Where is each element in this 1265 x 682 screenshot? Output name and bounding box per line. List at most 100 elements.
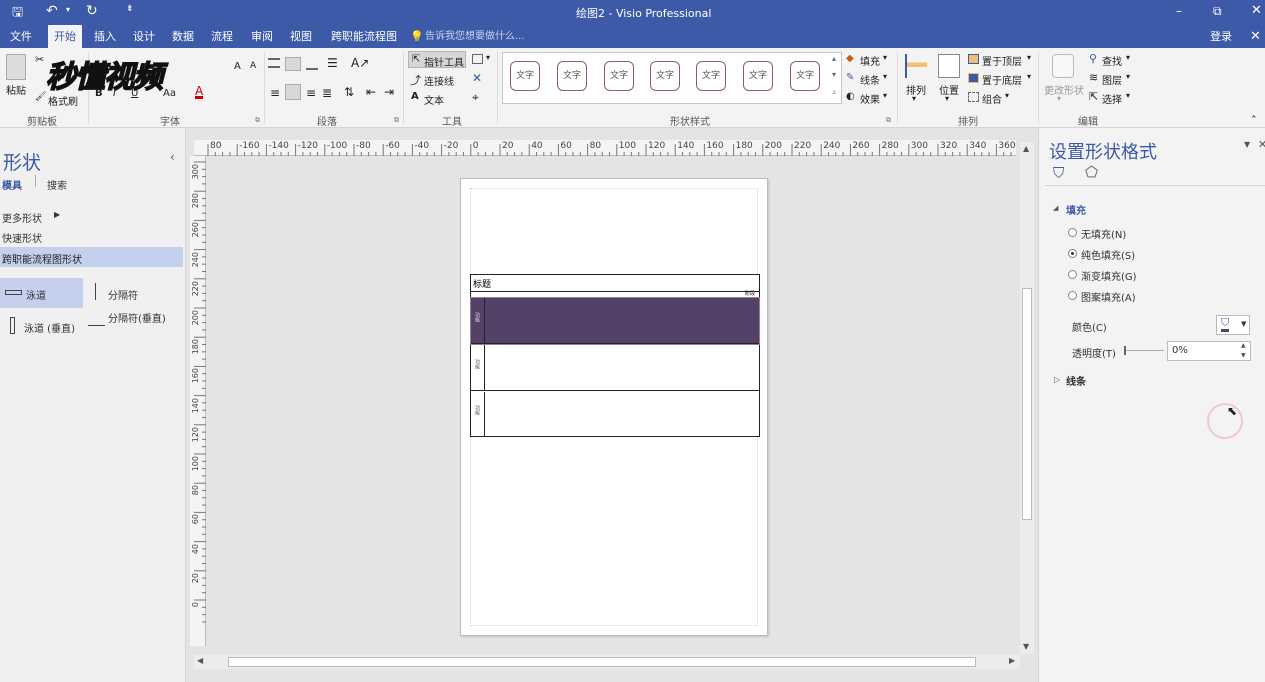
bullets-icon[interactable]: ☰ xyxy=(327,56,338,70)
swimlane-2[interactable]: 功能 xyxy=(471,345,759,391)
close-ribbon-icon[interactable]: ✕ xyxy=(1244,25,1265,48)
swimlane-container[interactable]: 标题 阶段 功能 功能 功能 xyxy=(470,274,760,437)
fill-dropdown-icon[interactable]: ▾ xyxy=(883,53,887,62)
find-button[interactable]: 查找 xyxy=(1102,53,1122,68)
horizontal-scroll-thumb[interactable] xyxy=(228,657,976,667)
connection-point-icon[interactable]: ⌖ xyxy=(472,90,479,105)
radio-solid-fill[interactable] xyxy=(1068,249,1077,258)
option-solid-fill[interactable]: 纯色填充(S) xyxy=(1081,247,1135,262)
text-tool[interactable]: 文本 xyxy=(424,92,444,107)
shape-style-3[interactable]: 文字 xyxy=(600,56,638,96)
send-back-button[interactable]: 置于底层 xyxy=(982,72,1022,87)
text-tool-icon[interactable]: A xyxy=(411,91,419,102)
shape-separator-vertical[interactable]: 分隔符(垂直) xyxy=(86,311,182,341)
effects-icon[interactable]: ◐ xyxy=(846,91,855,102)
customize-qat-icon[interactable]: ⇟ xyxy=(126,4,134,14)
paste-button[interactable]: 粘贴 xyxy=(6,82,26,97)
radio-no-fill[interactable] xyxy=(1068,228,1077,237)
group-icon[interactable] xyxy=(968,92,979,102)
connector-icon[interactable]: ⤴ xyxy=(410,72,421,88)
pane-options-dropdown-icon[interactable]: ▼ xyxy=(1244,140,1250,149)
cut-icon[interactable]: ✂ xyxy=(35,53,44,66)
text-direction-vertical-icon[interactable]: ⇅ xyxy=(344,85,354,99)
bring-front-button[interactable]: 置于顶层 xyxy=(982,53,1022,68)
shape-separator[interactable]: 分隔符 xyxy=(88,278,178,308)
swimlane-title[interactable]: 标题 xyxy=(473,277,491,290)
shape-swimlane[interactable]: 泳道 xyxy=(0,278,83,308)
fill-section-header[interactable]: 填充 xyxy=(1066,202,1086,217)
line-icon[interactable]: ✎ xyxy=(846,72,854,83)
align-bottom-icon[interactable] xyxy=(306,62,318,70)
drawing-page[interactable]: 标题 阶段 功能 功能 功能 xyxy=(460,178,768,636)
line-section-expand-icon[interactable]: ▷ xyxy=(1054,375,1060,384)
tab-insert[interactable]: 插入 xyxy=(88,25,122,48)
undo-dropdown-icon[interactable]: ▾ xyxy=(66,5,70,14)
align-shapes-icon[interactable] xyxy=(905,54,927,78)
drawing-canvas[interactable]: 80 -160 -140 -120 -100 -80 -60 -40 -20 0 20 40 60 80 1… xyxy=(186,128,1038,682)
select-dropdown-icon[interactable]: ▾ xyxy=(1126,91,1130,100)
spin-down-icon[interactable]: ▼ xyxy=(1241,352,1246,359)
align-left-icon[interactable]: ≡ xyxy=(270,86,280,100)
tab-file[interactable]: 文件 xyxy=(4,25,38,48)
shape-style-2[interactable]: 文字 xyxy=(553,56,591,96)
rectangle-dropdown-icon[interactable]: ▾ xyxy=(486,53,490,62)
collapse-ribbon-icon[interactable]: ⌃ xyxy=(1250,115,1258,125)
italic-icon[interactable]: I xyxy=(113,88,116,99)
tell-me-search[interactable]: 告诉我您想要做什么... xyxy=(419,25,531,48)
tab-crossfunctional[interactable]: 跨职能流程图 xyxy=(325,25,403,48)
change-shape-icon[interactable] xyxy=(1052,54,1074,78)
option-gradient-fill[interactable]: 渐变填充(G) xyxy=(1081,268,1137,283)
save-icon[interactable]: 🖫 xyxy=(12,3,23,25)
shape-style-6[interactable]: 文字 xyxy=(739,56,777,96)
effects-pentagon-icon[interactable]: ⬠ xyxy=(1085,163,1098,181)
vertical-scroll-thumb[interactable] xyxy=(1022,288,1032,520)
spin-up-icon[interactable]: ▲ xyxy=(1241,342,1246,349)
font-grow-icon[interactable]: A xyxy=(234,61,241,72)
swimlane-title-bar[interactable]: 标题 xyxy=(471,275,759,292)
crossfunctional-stencil-item[interactable]: 跨职能流程图形状 xyxy=(0,247,183,267)
login-link[interactable]: 登录 xyxy=(1204,25,1238,48)
select-icon[interactable]: ⇱ xyxy=(1089,90,1098,103)
scroll-down-icon[interactable]: ▼ xyxy=(1023,642,1029,651)
radio-gradient-fill[interactable] xyxy=(1068,270,1077,279)
tab-design[interactable]: 设计 xyxy=(127,25,161,48)
paste-icon[interactable] xyxy=(6,54,26,80)
fill-button[interactable]: 填充 xyxy=(860,53,880,68)
fill-section-collapse-icon[interactable]: ◢ xyxy=(1053,204,1058,212)
scroll-left-icon[interactable]: ◀ xyxy=(197,656,203,665)
close-pane-icon[interactable]: ✕ xyxy=(1258,138,1265,151)
line-button[interactable]: 线条 xyxy=(860,72,880,87)
scroll-right-icon[interactable]: ▶ xyxy=(1009,656,1015,665)
radio-pattern-fill[interactable] xyxy=(1068,291,1077,300)
change-case-icon[interactable]: Aa xyxy=(163,88,176,99)
shape-style-5[interactable]: 文字 xyxy=(692,56,730,96)
connector-tool[interactable]: 连接线 xyxy=(424,73,454,88)
quick-shapes-item[interactable]: 快速形状 xyxy=(2,230,42,245)
justify-icon[interactable]: ≣ xyxy=(322,86,332,100)
decrease-indent-icon[interactable]: ⇤ xyxy=(366,85,376,99)
minimize-button[interactable]: – xyxy=(1176,4,1182,18)
align-center-icon[interactable] xyxy=(285,84,301,100)
fill-and-line-icon[interactable]: ⛉ xyxy=(1053,164,1064,182)
font-color-icon[interactable]: A xyxy=(195,85,204,99)
swimlane-2-header[interactable]: 功能 xyxy=(471,345,485,391)
layers-icon[interactable]: ≋ xyxy=(1089,71,1098,84)
tab-search[interactable]: 搜索 xyxy=(47,177,67,192)
align-middle-icon[interactable] xyxy=(285,57,301,71)
tab-stencils[interactable]: 模具 xyxy=(2,177,22,192)
paragraph-dialog-launcher-icon[interactable]: ⧉ xyxy=(394,116,399,125)
gallery-more-icon[interactable]: ⩡ xyxy=(832,88,837,98)
group-dropdown-icon[interactable]: ▾ xyxy=(1005,91,1009,100)
align-dropdown-icon[interactable]: ▾ xyxy=(912,94,916,103)
line-dropdown-icon[interactable]: ▾ xyxy=(883,72,887,81)
transparency-input[interactable]: 0% ▲ ▼ xyxy=(1167,341,1251,361)
fill-icon[interactable]: ◆ xyxy=(846,53,854,64)
find-dropdown-icon[interactable]: ▾ xyxy=(1126,53,1130,62)
transparency-slider-track[interactable] xyxy=(1126,350,1164,351)
layers-dropdown-icon[interactable]: ▾ xyxy=(1126,72,1130,81)
option-pattern-fill[interactable]: 图案填充(A) xyxy=(1081,289,1136,304)
tab-data[interactable]: 数据 xyxy=(166,25,200,48)
effects-dropdown-icon[interactable]: ▾ xyxy=(883,91,887,100)
format-painter-button[interactable]: 格式刷 xyxy=(48,93,78,108)
select-button[interactable]: 选择 xyxy=(1102,91,1122,106)
